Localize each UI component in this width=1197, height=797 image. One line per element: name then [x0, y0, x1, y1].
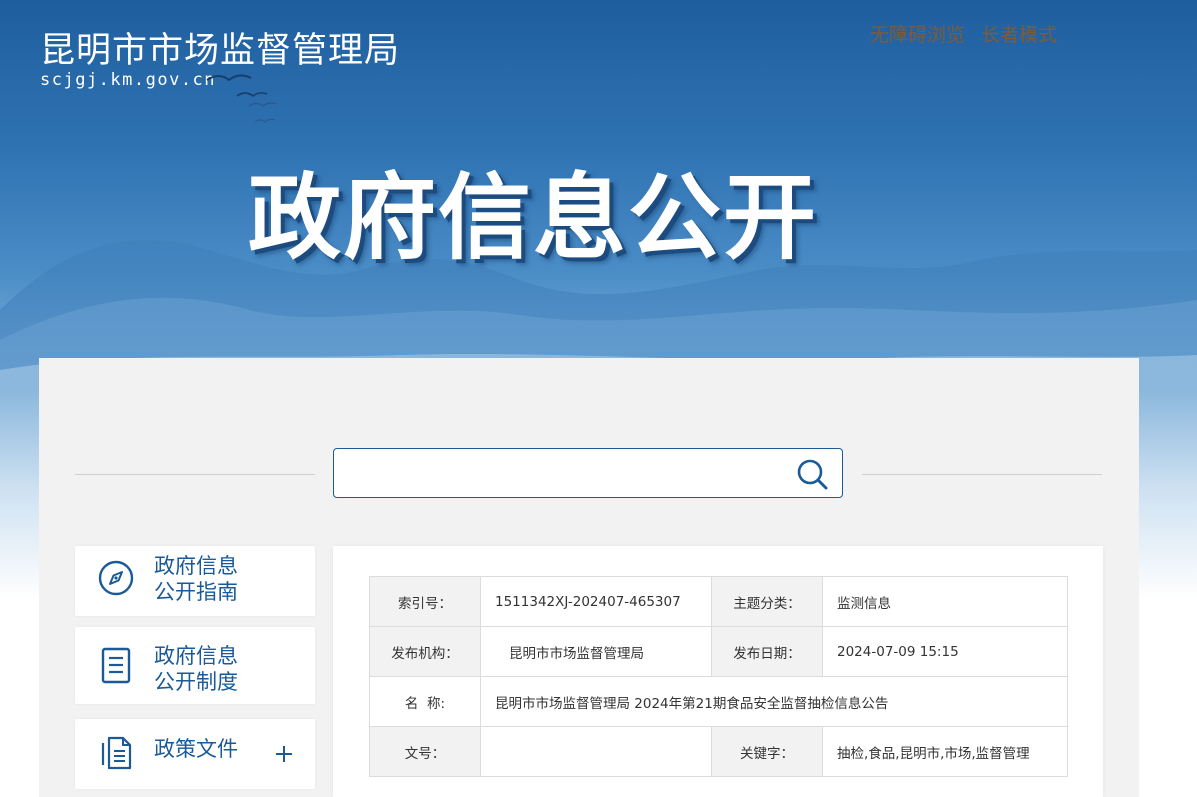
- accessibility-link[interactable]: 无障碍浏览: [870, 20, 965, 47]
- value-doc-number: [480, 726, 712, 777]
- compass-icon: [98, 560, 134, 596]
- sidebar-item-policy[interactable]: 政策文件: [75, 719, 315, 789]
- table-row: 文号： 关键字： 抽检,食品,昆明市,市场,监督管理: [369, 726, 1068, 777]
- sidebar-item-label: 政府信息 公开制度: [154, 644, 238, 694]
- files-icon: [101, 736, 132, 770]
- value-index: 1511342XJ-202407-465307: [480, 576, 712, 627]
- table-row: 发布机构： 昆明市市场监督管理局 发布日期： 2024-07-09 15:15: [369, 626, 1068, 677]
- document-icon: [101, 647, 131, 684]
- sidebar-item-system[interactable]: 政府信息 公开制度: [75, 627, 315, 704]
- divider-left: [75, 474, 315, 475]
- label-category: 主题分类：: [711, 576, 823, 627]
- expand-plus-icon[interactable]: [274, 744, 294, 764]
- label-keywords: 关键字：: [711, 726, 823, 777]
- table-row: 名 称: 昆明市市场监督管理局 2024年第21期食品安全监督抽检信息公告: [369, 676, 1068, 727]
- sidebar-item-label: 政府信息 公开指南: [154, 554, 238, 604]
- search-input[interactable]: [346, 459, 780, 489]
- label-doc-number: 文号：: [369, 726, 481, 777]
- content-card: 索引号： 1511342XJ-202407-465307 主题分类： 监测信息 …: [333, 546, 1103, 797]
- sidebar-item-guide[interactable]: 政府信息 公开指南: [75, 546, 315, 616]
- label-publisher: 发布机构：: [369, 626, 481, 677]
- label-publish-date: 发布日期：: [711, 626, 823, 677]
- value-keywords: 抽检,食品,昆明市,市场,监督管理: [822, 726, 1068, 777]
- value-name: 昆明市市场监督管理局 2024年第21期食品安全监督抽检信息公告: [480, 676, 1068, 727]
- top-links: 无障碍浏览 长者模式: [870, 20, 1057, 47]
- sidebar-item-label: 政策文件: [154, 737, 238, 761]
- value-publish-date: 2024-07-09 15:15: [822, 626, 1068, 677]
- elderly-mode-link[interactable]: 长者模式: [981, 20, 1057, 47]
- value-category: 监测信息: [822, 576, 1068, 627]
- birds-decoration: [206, 74, 278, 123]
- info-table: 索引号： 1511342XJ-202407-465307 主题分类： 监测信息 …: [369, 576, 1068, 777]
- table-row: 索引号： 1511342XJ-202407-465307 主题分类： 监测信息: [369, 576, 1068, 627]
- search-icon[interactable]: [795, 457, 829, 491]
- search-box: [333, 448, 843, 498]
- label-name: 名 称:: [369, 676, 481, 727]
- value-publisher: 昆明市市场监督管理局: [480, 626, 712, 677]
- banner-title: 政府信息公开: [248, 164, 818, 272]
- site-title[interactable]: 昆明市市场监督管理局: [40, 22, 400, 73]
- site-domain: scjgj.km.gov.cn: [40, 70, 217, 90]
- divider-right: [862, 474, 1102, 475]
- label-index: 索引号：: [369, 576, 481, 627]
